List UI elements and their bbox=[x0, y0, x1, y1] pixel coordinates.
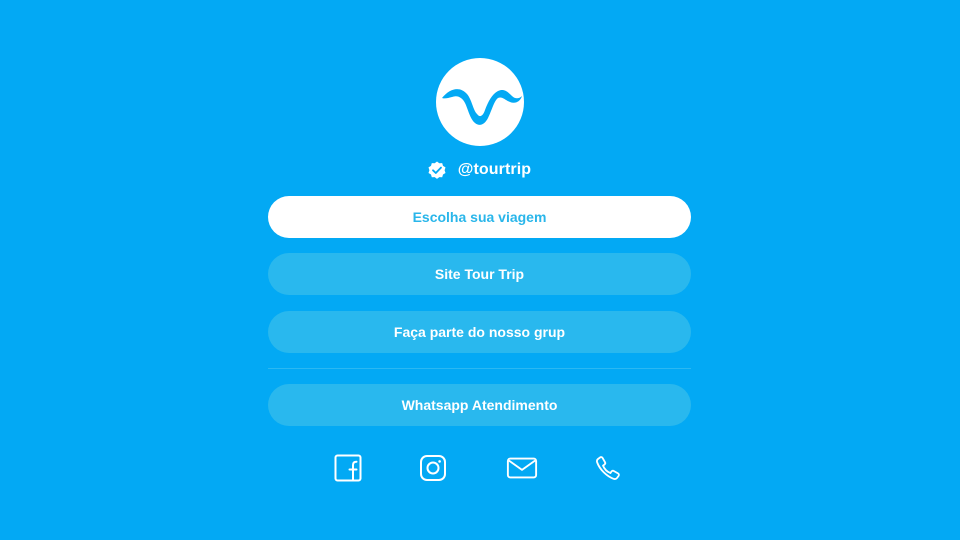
instagram-link[interactable] bbox=[417, 452, 449, 484]
mail-icon bbox=[506, 457, 538, 479]
email-link[interactable] bbox=[506, 452, 538, 484]
profile-handle: @tourtrip bbox=[457, 161, 532, 178]
phone-link[interactable] bbox=[592, 452, 624, 484]
phone-icon bbox=[596, 456, 620, 480]
link-button-site-tour-trip[interactable]: Site Tour Trip bbox=[268, 253, 691, 295]
link-page: @tourtrip Escolha sua viagem Site Tour T… bbox=[0, 0, 960, 540]
link-button-grupo[interactable]: Faça parte do nosso grup bbox=[268, 311, 691, 353]
link-button-escolha-sua-viagem[interactable]: Escolha sua viagem bbox=[268, 196, 691, 238]
instagram-icon bbox=[420, 455, 446, 481]
social-icons-row bbox=[0, 452, 960, 486]
divider bbox=[268, 368, 691, 369]
tourtrip-logo bbox=[436, 58, 524, 146]
facebook-icon bbox=[334, 454, 362, 482]
facebook-link[interactable] bbox=[332, 452, 364, 484]
profile-header: @tourtrip bbox=[0, 158, 960, 182]
verified-badge-icon bbox=[428, 161, 446, 179]
link-button-whatsapp[interactable]: Whatsapp Atendimento bbox=[268, 384, 691, 426]
